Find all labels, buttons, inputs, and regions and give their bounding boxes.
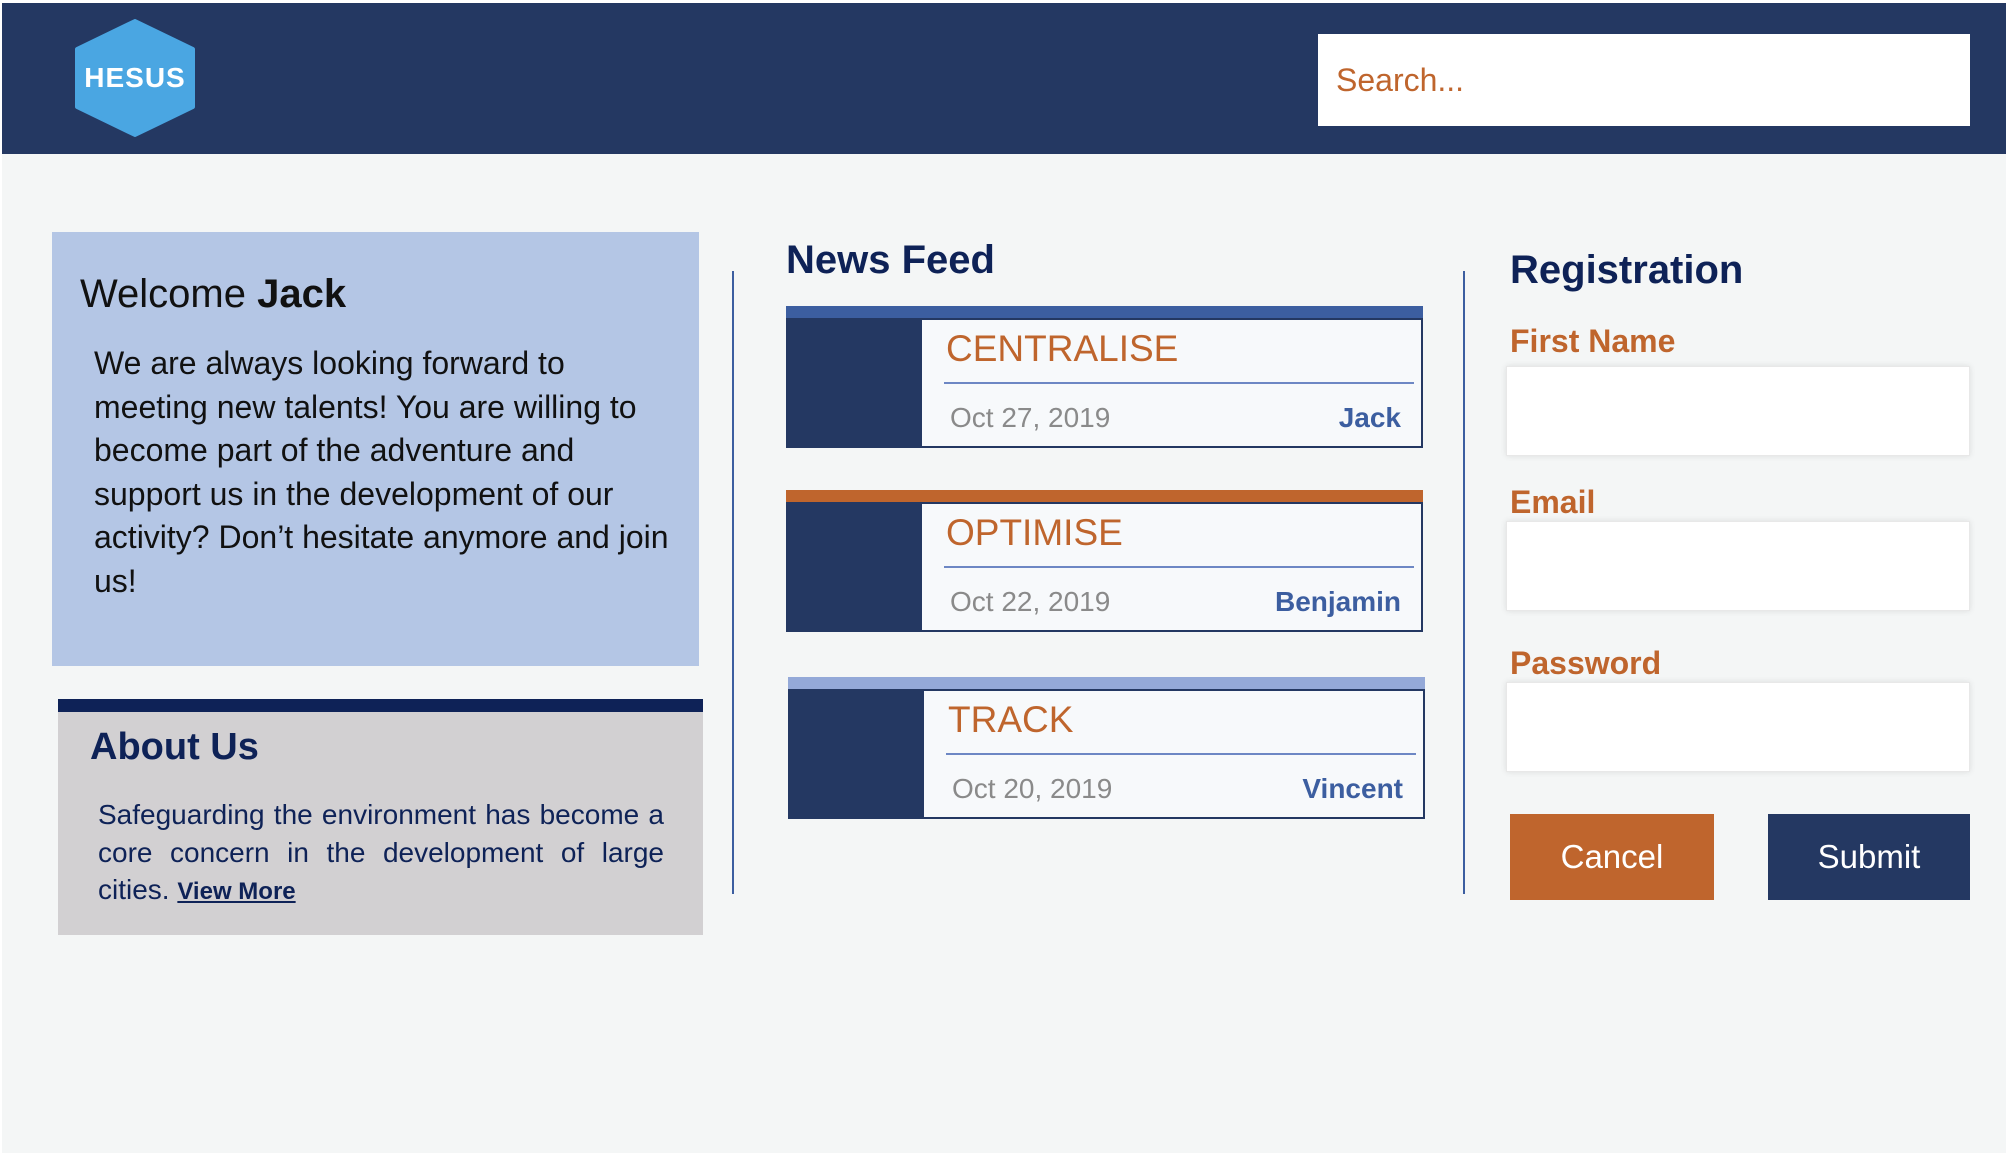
news-card[interactable]: OPTIMISE Oct 22, 2019 Benjamin — [786, 490, 1423, 632]
news-separator — [946, 753, 1416, 755]
about-text: Safeguarding the environment has become … — [98, 796, 664, 911]
logo-text: HESUS — [84, 62, 186, 93]
first-name-field[interactable] — [1506, 366, 1970, 456]
news-date: Oct 27, 2019 — [950, 402, 1111, 433]
news-thumbnail — [788, 320, 922, 446]
news-date: Oct 20, 2019 — [952, 773, 1113, 804]
news-author: Vincent — [1302, 773, 1403, 804]
top-bar: HESUS — [2, 3, 2006, 154]
email-label: Email — [1510, 484, 1596, 520]
hesus-logo[interactable]: HESUS — [73, 19, 197, 137]
news-separator — [944, 382, 1414, 384]
page: HESUS Welcome Jack We are always looking… — [2, 3, 2006, 1153]
welcome-text: We are always looking forward to meeting… — [94, 345, 669, 599]
password-field[interactable] — [1506, 682, 1970, 772]
welcome-heading: Welcome Jack — [80, 272, 346, 317]
news-author: Jack — [1338, 402, 1401, 433]
news-title: OPTIMISE — [946, 512, 1123, 553]
view-more-link[interactable]: View More — [177, 878, 295, 905]
news-author: Benjamin — [1274, 586, 1401, 617]
cancel-button[interactable]: Cancel — [1510, 814, 1714, 900]
news-title: TRACK — [948, 699, 1074, 740]
divider-left — [732, 271, 734, 894]
first-name-label: First Name — [1510, 323, 1676, 359]
news-date: Oct 22, 2019 — [950, 586, 1111, 617]
news-card-body: CENTRALISE Oct 27, 2019 Jack — [786, 318, 1423, 448]
password-label: Password — [1510, 645, 1662, 681]
welcome-panel: Welcome Jack We are always looking forwa… — [52, 232, 699, 666]
news-feed-title: News Feed — [786, 238, 995, 282]
news-separator — [944, 566, 1414, 568]
news-title: CENTRALISE — [946, 328, 1179, 369]
divider-right — [1463, 271, 1465, 894]
news-card-accent — [788, 677, 1425, 689]
news-card-accent — [786, 306, 1423, 318]
news-card-body: TRACK Oct 20, 2019 Vincent — [788, 689, 1425, 819]
registration-title: Registration — [1510, 248, 1744, 292]
news-card[interactable]: TRACK Oct 20, 2019 Vincent — [788, 677, 1425, 819]
welcome-user-name: Jack — [257, 272, 347, 316]
search-input[interactable] — [1318, 34, 1970, 126]
submit-button[interactable]: Submit — [1768, 814, 1970, 900]
news-card[interactable]: CENTRALISE Oct 27, 2019 Jack — [786, 306, 1423, 448]
email-field[interactable] — [1506, 521, 1970, 611]
news-thumbnail — [790, 691, 924, 817]
welcome-greeting: Welcome — [80, 272, 246, 316]
about-panel: About Us Safeguarding the environment ha… — [58, 712, 703, 935]
about-accent-bar — [58, 699, 703, 712]
news-thumbnail — [788, 504, 922, 630]
about-title: About Us — [90, 726, 259, 768]
news-card-body: OPTIMISE Oct 22, 2019 Benjamin — [786, 502, 1423, 632]
news-card-accent — [786, 490, 1423, 502]
